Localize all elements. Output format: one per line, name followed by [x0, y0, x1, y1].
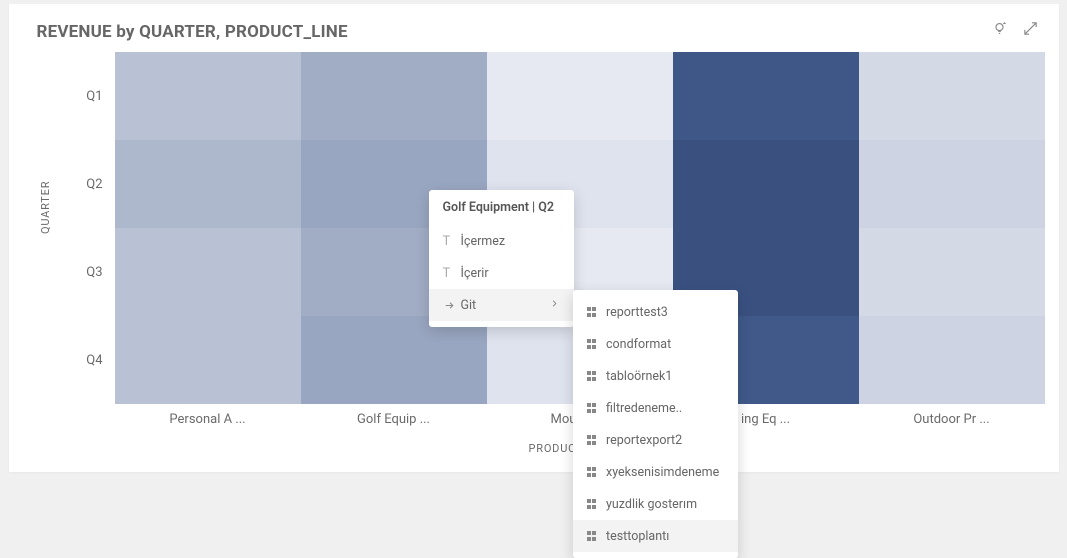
heatmap-cell[interactable] — [487, 52, 673, 140]
submenu-item-label: testtoplantı — [606, 529, 669, 544]
dashboard-icon — [587, 371, 597, 381]
dashboard-icon — [587, 403, 597, 413]
dashboard-icon — [587, 339, 597, 349]
submenu-item[interactable]: xyeksenisimdeneme — [573, 456, 738, 488]
dashboard-icon — [587, 467, 597, 477]
heatmap-cell[interactable] — [859, 316, 1045, 404]
heatmap-cell[interactable] — [859, 52, 1045, 140]
context-menu-item[interactable]: Tİçermez — [429, 225, 574, 257]
context-menu-item-label: Git — [461, 298, 477, 313]
submenu-item[interactable]: reporttest3 — [573, 296, 738, 328]
submenu-item-label: condformat — [606, 337, 671, 352]
heatmap-cell[interactable] — [859, 140, 1045, 228]
arrow-right-icon — [443, 299, 461, 312]
submenu-item-label: tabloörnek1 — [606, 369, 672, 384]
expand-icon[interactable] — [1022, 20, 1039, 37]
context-menu-item-label: İçerir — [461, 266, 489, 281]
heatmap-cell[interactable] — [859, 228, 1045, 316]
y-tick-label: Q1 — [67, 52, 115, 140]
context-menu: Golf Equipment | Q2 TİçermezTİçerirGit — [429, 190, 574, 327]
submenu-item-label: reportexport2 — [606, 433, 682, 448]
x-tick-label: Personal A ... — [115, 412, 301, 427]
context-menu-item[interactable]: Tİçerir — [429, 257, 574, 289]
heatmap-cell[interactable] — [115, 140, 301, 228]
heatmap-cell[interactable] — [673, 52, 859, 140]
submenu-item[interactable]: reportexport2 — [573, 424, 738, 456]
dashboard-icon — [587, 531, 597, 541]
heatmap-cell[interactable] — [301, 316, 487, 404]
text-filter-icon: T — [443, 266, 461, 281]
y-tick-label: Q4 — [67, 316, 115, 404]
submenu-item-label: xyeksenisimdeneme — [606, 465, 719, 480]
submenu-item[interactable]: filtredeneme.. — [573, 392, 738, 424]
y-tick-label: Q3 — [67, 228, 115, 316]
submenu-item-label: yuzdlik gosterım — [606, 497, 697, 512]
context-submenu: reporttest3 condformat tabloörnek1 filtrede… — [573, 290, 738, 558]
heatmap-cell[interactable] — [115, 228, 301, 316]
submenu-item-label: filtredeneme.. — [606, 401, 682, 416]
heatmap-cell[interactable] — [115, 316, 301, 404]
chart-top-icons — [991, 20, 1039, 37]
y-ticks: Q1Q2Q3Q4 — [67, 52, 115, 404]
context-menu-item[interactable]: Git — [429, 289, 574, 321]
heatmap-cell[interactable] — [301, 52, 487, 140]
x-tick-label: Outdoor Pr ... — [859, 412, 1045, 427]
chart-card: REVENUE by QUARTER, PRODUCT_LINE QUARTER… — [9, 4, 1059, 472]
submenu-item[interactable]: testtoplantı — [573, 520, 738, 552]
dashboard-icon — [587, 435, 597, 445]
text-filter-icon: T — [443, 234, 461, 249]
submenu-item-label: reporttest3 — [606, 305, 668, 320]
chevron-right-icon — [549, 298, 560, 313]
dashboard-icon — [587, 307, 597, 317]
heatmap-cell[interactable] — [115, 52, 301, 140]
y-tick-label: Q2 — [67, 140, 115, 228]
submenu-item[interactable]: yuzdlik gosterım — [573, 488, 738, 520]
y-axis-title: QUARTER — [39, 181, 52, 234]
bulb-icon[interactable] — [991, 20, 1008, 37]
chart-title: REVENUE by QUARTER, PRODUCT_LINE — [9, 22, 1059, 42]
submenu-item[interactable]: condformat — [573, 328, 738, 360]
context-menu-item-label: İçermez — [461, 234, 506, 249]
x-tick-label: Golf Equip ... — [301, 412, 487, 427]
context-menu-header: Golf Equipment | Q2 — [429, 200, 574, 225]
dashboard-icon — [587, 499, 597, 509]
submenu-item[interactable]: tabloörnek1 — [573, 360, 738, 392]
heatmap-cell[interactable] — [673, 140, 859, 228]
